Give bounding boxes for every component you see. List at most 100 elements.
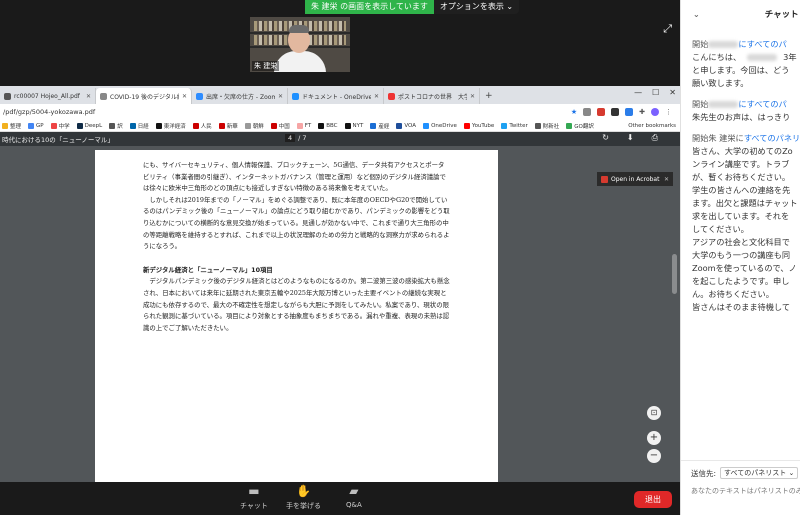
- new-tab-button[interactable]: +: [480, 88, 498, 104]
- bookmark-label: 人民: [200, 123, 212, 130]
- puzzle-icon[interactable]: ✚: [639, 108, 645, 116]
- chat-input[interactable]: あなたのテキストはパネリストのみ: [691, 486, 800, 496]
- bookmark-icon: [155, 122, 162, 129]
- close-icon[interactable]: ✕: [278, 93, 283, 100]
- leave-button[interactable]: 退出: [634, 491, 672, 508]
- pdf-page-input[interactable]: 4: [285, 134, 296, 142]
- tab-label: ドキュメント - OneDrive: [302, 93, 371, 101]
- chat-button[interactable]: ▬ チャット: [240, 484, 268, 511]
- bookmark-item[interactable]: GP: [28, 122, 44, 129]
- star-icon[interactable]: ★: [571, 108, 577, 116]
- other-bookmarks[interactable]: Other bookmarks: [624, 120, 676, 131]
- browser-tab[interactable]: rc00007 Hojeo_All.pdf ✕: [0, 88, 96, 104]
- send-to-label: 送信先:: [691, 468, 717, 478]
- bookmark-label: BBC: [326, 122, 338, 129]
- chat-panel: ⌄ チャット 開始 にすべてのパ こんにちは、 3年 と申します。今回は、どう 願い致しま…: [680, 0, 800, 515]
- bookmark-item[interactable]: Twitter: [501, 122, 528, 129]
- bookmark-icon: [218, 122, 225, 129]
- address-field[interactable]: /pdf/gzp/5004-yokozawa.pdf: [0, 108, 571, 116]
- bookmark-item[interactable]: 産経: [370, 122, 389, 130]
- bookmark-icon: [270, 122, 277, 129]
- close-window-icon[interactable]: ✕: [669, 88, 676, 97]
- chat-message-meta: 開始 にすべてのパ: [692, 38, 800, 51]
- chat-message-text: してください。: [692, 223, 800, 236]
- chat-message-text: 学生の皆さんへの連絡を先: [692, 184, 800, 197]
- fullscreen-icon[interactable]: ⤢: [663, 22, 672, 36]
- chat-text-span: ます。出欠と課題はチャット: [692, 198, 798, 208]
- browser-tab[interactable]: 出席・欠席の仕方 - Zoom ✕: [192, 88, 288, 104]
- ext-icon-3[interactable]: [611, 108, 620, 116]
- chat-text-span: 皆さん、大学の初めてのZo: [692, 146, 793, 156]
- bookmark-item[interactable]: NYT: [344, 122, 363, 129]
- browser-tab[interactable]: COVID-19 後のデジタル経済に...✕: [96, 88, 192, 104]
- bookmark-item[interactable]: 日経: [129, 122, 149, 130]
- maximize-icon[interactable]: ☐: [652, 88, 659, 97]
- speaker-video-tile[interactable]: 朱 建栄: [250, 17, 350, 72]
- video-name-label: 朱 建栄: [252, 61, 280, 71]
- chevron-down-icon[interactable]: ⌄: [693, 10, 700, 19]
- browser-tab[interactable]: ドキュメント - OneDrive ✕: [288, 88, 384, 104]
- zoom-in-button[interactable]: +: [647, 431, 661, 445]
- bookmark-item[interactable]: OneDrive: [423, 122, 457, 129]
- bookmark-item[interactable]: 財新社: [534, 122, 559, 130]
- send-to-select[interactable]: すべてのパネリスト ⌄: [720, 467, 799, 479]
- close-icon[interactable]: ✕: [86, 93, 91, 100]
- print-icon[interactable]: ⎙: [652, 133, 658, 143]
- close-icon[interactable]: ✕: [182, 93, 187, 100]
- bookmark-item[interactable]: YouTube: [463, 122, 494, 129]
- bookmark-label: VOA: [404, 122, 417, 129]
- chat-message-list[interactable]: 開始 にすべてのパ こんにちは、 3年 と申します。今回は、どう 願い致します。 開始 にすべ…: [692, 38, 800, 322]
- tab-favicon-icon: [388, 92, 395, 100]
- person-hair: [289, 25, 309, 33]
- bookmark-item[interactable]: 整理: [2, 122, 21, 130]
- ext-icon-1[interactable]: [583, 108, 592, 116]
- bookmark-label: Twitter: [509, 122, 528, 129]
- zoom-out-button[interactable]: −: [647, 449, 661, 463]
- bookmark-icon: [192, 122, 199, 129]
- bookmark-item[interactable]: 東洋経済: [155, 122, 186, 130]
- ext-icon-4[interactable]: [625, 108, 634, 116]
- download-icon[interactable]: ⬇: [627, 133, 634, 143]
- close-icon[interactable]: ✕: [664, 176, 669, 183]
- rotate-icon[interactable]: ↻: [602, 133, 609, 143]
- ext-icon-2[interactable]: [597, 108, 606, 116]
- qa-icon: ▰: [349, 484, 359, 498]
- bookmark-item[interactable]: GO翻訳: [566, 122, 594, 130]
- qa-button[interactable]: ▰ Q&A: [346, 484, 362, 509]
- bookmark-icon: [76, 122, 83, 129]
- bookmark-item[interactable]: 朝鮮: [244, 122, 264, 130]
- bookmark-item[interactable]: VOA: [396, 122, 417, 129]
- shared-browser-window: rc00007 Hojeo_All.pdf✕COVID-19 後のデジタル経済に…: [0, 86, 680, 482]
- close-icon[interactable]: ✕: [470, 93, 475, 100]
- menu-dots-icon[interactable]: ⋮: [665, 108, 672, 116]
- fit-page-button[interactable]: ⊡: [647, 406, 661, 420]
- bookmark-icon: [566, 122, 573, 129]
- pdf-page: にも、サイバーセキュリティ、個人情報保護、ブロックチェーン、5G通信、データ共有…: [95, 150, 498, 482]
- bookmark-item[interactable]: 中国: [270, 122, 290, 130]
- pdf-scrollbar[interactable]: [672, 254, 677, 294]
- pdf-toolbar: 時代における10の「ニューノーマル」 4 / 7 ↻ ⬇ ⎙: [0, 132, 680, 146]
- bookmark-icon: [28, 122, 35, 129]
- bookmark-icon: [109, 122, 116, 129]
- bookmark-item[interactable]: 訳: [109, 122, 123, 130]
- tab-label: 出席・欠席の仕方 - Zoom: [206, 93, 275, 101]
- chat-text-span: 大学のもう一つの講座も同: [692, 250, 791, 260]
- bookmark-item[interactable]: BBC: [318, 122, 338, 129]
- bookmark-item[interactable]: DeepL: [76, 122, 102, 129]
- browser-tab[interactable]: ポストコロナの世界 大学ワンワン✕: [384, 88, 480, 104]
- close-icon[interactable]: ✕: [374, 93, 379, 100]
- bookmark-item[interactable]: FT: [296, 122, 311, 129]
- profile-avatar[interactable]: [651, 108, 659, 116]
- minimize-icon[interactable]: —: [634, 88, 642, 97]
- bookmark-item[interactable]: 新華: [218, 122, 238, 130]
- bookmark-item[interactable]: 人民: [192, 122, 212, 130]
- raise-hand-label: 手を挙げる: [286, 502, 321, 510]
- view-options-button[interactable]: オプションを表示 ⌄: [433, 0, 520, 14]
- chat-header: ⌄ チャット: [681, 0, 800, 28]
- chat-text-span: 学生の皆さんへの連絡を先: [692, 185, 791, 195]
- bookmark-item[interactable]: 中学: [50, 122, 70, 130]
- pdf-tools: ↻ ⬇ ⎙: [602, 133, 658, 143]
- pdf-paragraph: にも、サイバーセキュリティ、個人情報保護、ブロックチェーン、5G通信、データ共有…: [143, 161, 446, 193]
- open-in-acrobat-button[interactable]: Open in Acrobat ✕: [597, 172, 673, 186]
- raise-hand-button[interactable]: ✋ 手を挙げる: [286, 484, 321, 511]
